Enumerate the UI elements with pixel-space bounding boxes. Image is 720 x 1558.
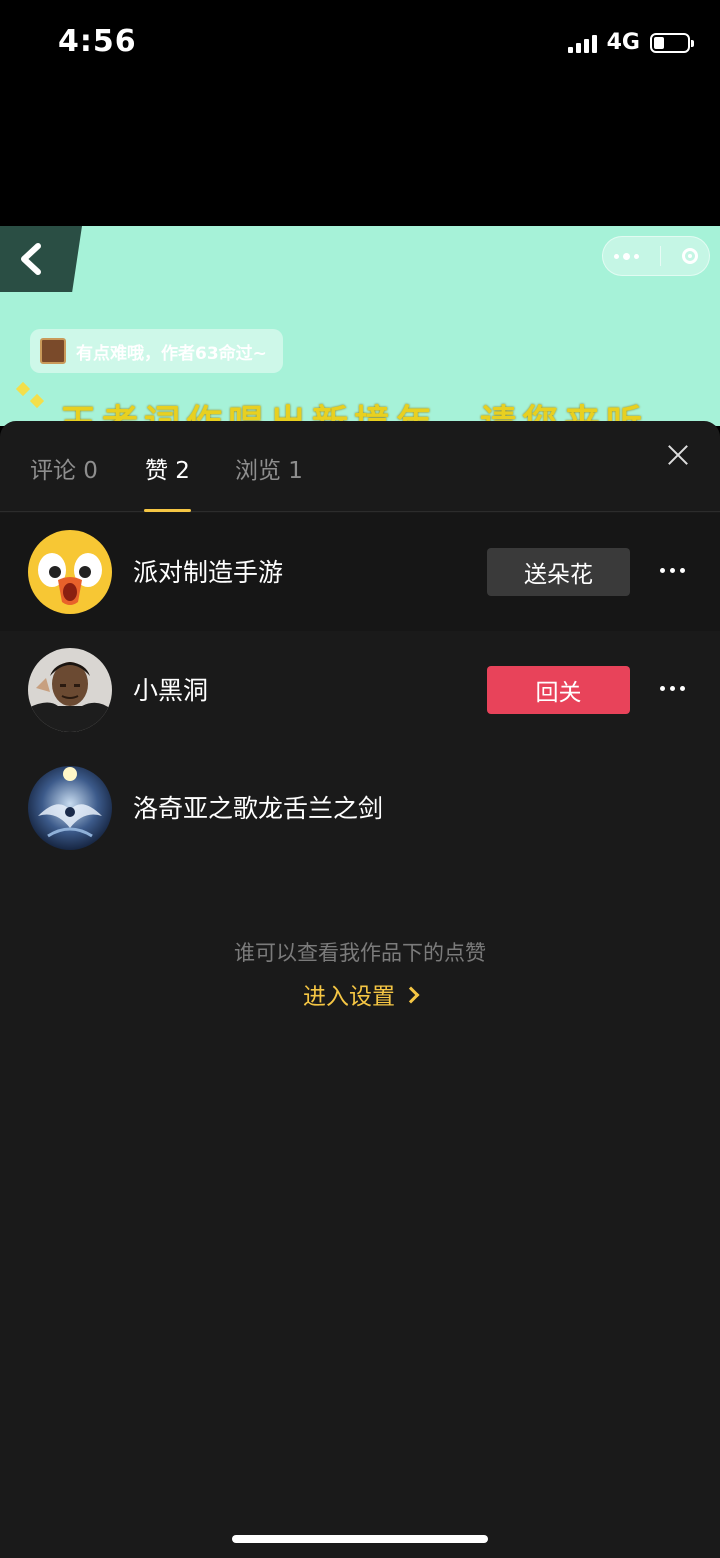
more-options-icon[interactable] — [660, 568, 685, 573]
miniprogram-capsule — [602, 236, 710, 276]
status-time: 4:56 — [58, 24, 137, 59]
settings-link[interactable]: 进入设置 — [0, 977, 720, 1011]
tab-likes[interactable]: 赞 2 — [145, 451, 190, 485]
network-type: 4G — [606, 30, 640, 55]
game-icon — [40, 338, 66, 364]
chevron-left-icon — [21, 243, 41, 275]
follow-back-button[interactable]: 回关 — [487, 666, 630, 714]
signal-icon — [567, 33, 597, 53]
battery-icon — [650, 32, 694, 53]
more-menu-icon[interactable] — [613, 252, 639, 260]
hint-text: 有点难哦，作者63命过~ — [76, 343, 267, 364]
avatar[interactable] — [28, 530, 112, 614]
battery-level — [654, 36, 664, 49]
more-options-icon[interactable] — [660, 686, 685, 691]
close-miniprogram-icon[interactable] — [682, 248, 699, 264]
tab-views[interactable]: 浏览 1 — [235, 451, 303, 485]
username[interactable]: 小黑洞 — [133, 671, 208, 707]
tab-comments[interactable]: 评论 0 — [30, 451, 98, 485]
tab-bar: 评论 0 赞 2 浏览 1 — [0, 421, 720, 512]
username[interactable]: 派对制造手游 — [133, 553, 283, 589]
sparkle-decoration — [29, 393, 45, 409]
list-item[interactable]: 小黑洞 回关 — [0, 631, 720, 749]
send-flower-button[interactable]: 送朵花 — [487, 548, 630, 596]
background-app: 有点难哦，作者63命过~ 王者词作唱出新境年，请您来听 — [0, 226, 720, 426]
close-icon[interactable] — [666, 443, 690, 467]
privacy-hint: 谁可以查看我作品下的点赞 — [234, 941, 486, 965]
list-item[interactable]: 派对制造手游 送朵花 — [0, 513, 720, 631]
sparkle-decoration — [15, 381, 31, 397]
list-item[interactable]: 洛奇亚之歌龙舌兰之剑 — [0, 749, 720, 867]
home-indicator[interactable] — [232, 1535, 488, 1543]
username[interactable]: 洛奇亚之歌龙舌兰之剑 — [133, 789, 383, 825]
man-avatar-icon — [28, 648, 112, 732]
capsule-divider — [659, 246, 661, 266]
lugia-avatar-icon — [28, 766, 112, 850]
chevron-right-icon — [402, 986, 420, 1004]
hint-pill: 有点难哦，作者63命过~ — [30, 329, 283, 373]
status-indicators: 4G — [567, 30, 694, 55]
likes-sheet: 评论 0 赞 2 浏览 1 派对制造手游 送朵花 小黑洞 回关 洛奇亚之歌龙舌兰… — [0, 421, 720, 1558]
back-button[interactable] — [0, 226, 82, 292]
avatar[interactable] — [28, 766, 112, 850]
duck-avatar-icon — [28, 530, 112, 614]
active-tab-indicator — [144, 509, 191, 512]
status-bar: 4:56 4G — [0, 0, 720, 226]
avatar[interactable] — [28, 648, 112, 732]
settings-link-label: 进入设置 — [303, 984, 395, 1010]
